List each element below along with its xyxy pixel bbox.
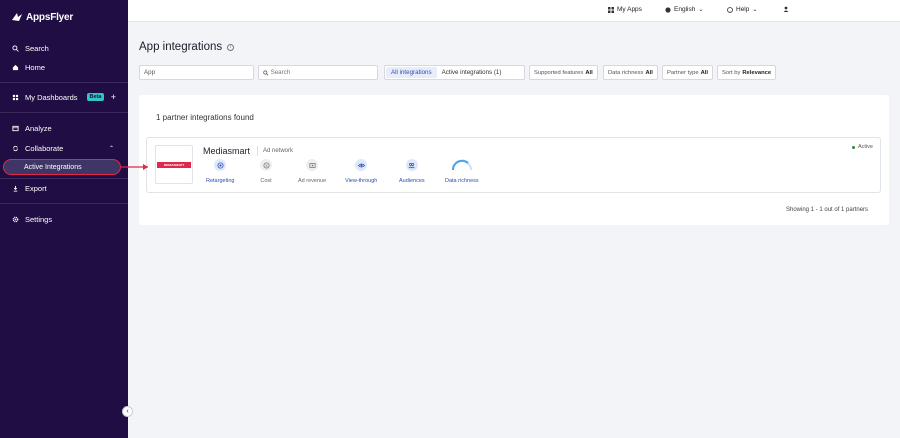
annotation-arrow	[121, 164, 148, 170]
